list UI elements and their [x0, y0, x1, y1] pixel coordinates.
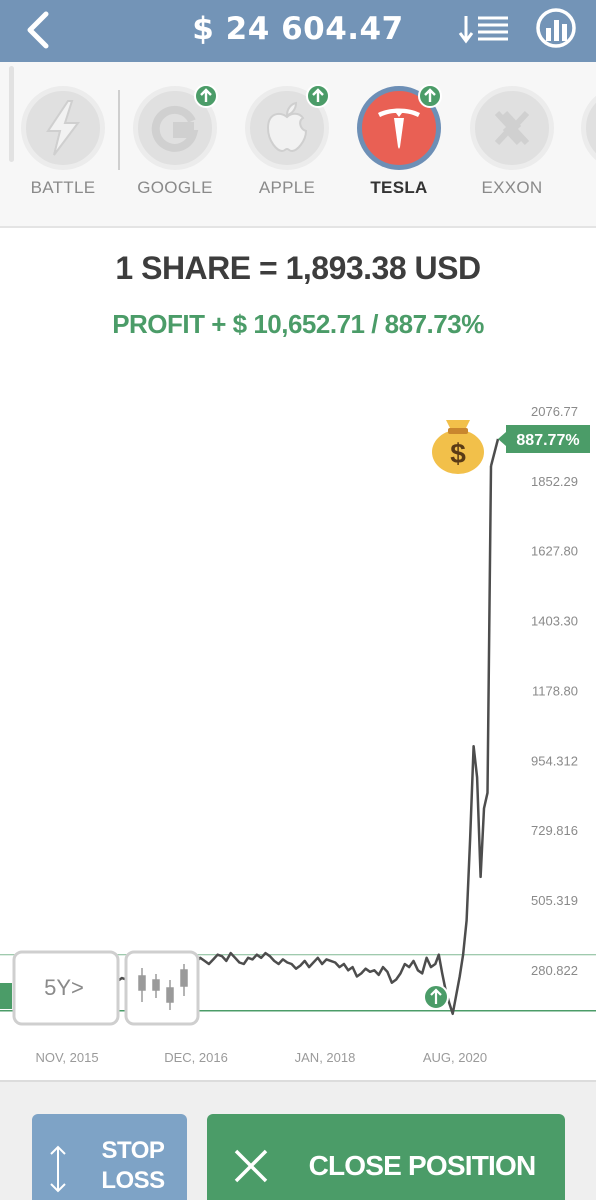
period-selector[interactable]: 5Y>: [12, 950, 120, 1026]
asset-battle[interactable]: BATTLE: [18, 84, 108, 204]
asset-circle: [470, 86, 554, 170]
y-tick-label: 280.822: [531, 963, 578, 978]
top-bar: $ 24 604.47: [0, 0, 596, 62]
price-series-line: [86, 465, 493, 1016]
x-tick-label: JAN, 2018: [295, 1050, 356, 1065]
action-bar: STOP LOSS CLOSE POSITION: [0, 1080, 596, 1200]
sort-descending-icon[interactable]: [458, 12, 510, 46]
up-arrow-circle-icon: [423, 984, 449, 1010]
y-tick-label: 1852.29: [531, 474, 578, 489]
current-value-text: 887.77%: [516, 432, 579, 449]
candlestick-toggle[interactable]: [124, 950, 200, 1026]
asset-label: EXXON: [481, 178, 543, 197]
asset-selector: BATTLE GOOGLE APPLE TESLA EXXON: [0, 62, 596, 228]
up-arrow-badge-icon: [194, 84, 218, 108]
close-x-icon: [234, 1149, 268, 1183]
up-down-arrow-icon: [50, 1145, 66, 1193]
asset-label: TESLA: [370, 178, 428, 197]
up-arrow-badge-icon: [418, 84, 442, 108]
x-tick-label: NOV, 2015: [35, 1050, 98, 1065]
stop-loss-line1: STOP: [101, 1137, 165, 1164]
period-label: 5Y>: [44, 975, 84, 1000]
stop-loss-line2: LOSS: [101, 1167, 165, 1194]
y-tick-label: 729.816: [531, 823, 578, 838]
series-end-connector: [489, 438, 500, 467]
money-bag-icon: $: [432, 420, 484, 474]
asset-next-partial[interactable]: [578, 84, 596, 204]
entry-price-tag: [0, 983, 12, 1009]
price-chart[interactable]: 2076.77 1852.29 1627.80 1403.30 1178.80 954.3…: [0, 380, 596, 1080]
profit-summary: PROFIT + $ 10,652.71 / 887.73%: [112, 309, 484, 339]
x-tick-label: DEC, 2016: [164, 1050, 228, 1065]
close-position-label: CLOSE POSITION: [308, 1150, 537, 1181]
y-tick-label: 505.319: [531, 893, 578, 908]
y-tick-label: 2076.77: [531, 404, 578, 419]
y-tick-label: 954.312: [531, 753, 578, 768]
svg-text:$: $: [450, 438, 466, 469]
lightning-icon: [46, 100, 80, 156]
divider: [118, 90, 120, 170]
asset-label: GOOGLE: [137, 178, 213, 197]
close-position-button[interactable]: CLOSE POSITION: [207, 1114, 565, 1200]
y-tick-label: 1627.80: [531, 544, 578, 559]
exxon-logo-icon: [494, 110, 530, 146]
y-tick-label: 1403.30: [531, 614, 578, 629]
current-value-badge: 887.77%: [498, 425, 590, 453]
stop-loss-button[interactable]: STOP LOSS: [32, 1114, 187, 1200]
share-price: 1 SHARE = 1,893.38 USD: [115, 250, 481, 286]
scroll-indicator: [9, 66, 14, 162]
asset-google[interactable]: GOOGLE: [130, 84, 220, 204]
asset-apple[interactable]: APPLE: [242, 84, 332, 204]
bar-chart-circle-icon[interactable]: [534, 6, 578, 50]
x-tick-label: AUG, 2020: [423, 1050, 487, 1065]
asset-tesla[interactable]: TESLA: [354, 84, 444, 204]
up-arrow-badge-icon: [306, 84, 330, 108]
asset-label: APPLE: [258, 178, 316, 197]
asset-circle: [581, 86, 596, 170]
asset-circle: [21, 86, 105, 170]
asset-exxon[interactable]: EXXON: [467, 84, 557, 204]
y-tick-label: 1178.80: [532, 683, 578, 698]
stop-loss-label: STOP LOSS: [88, 1136, 178, 1196]
asset-label: BATTLE: [30, 178, 96, 197]
